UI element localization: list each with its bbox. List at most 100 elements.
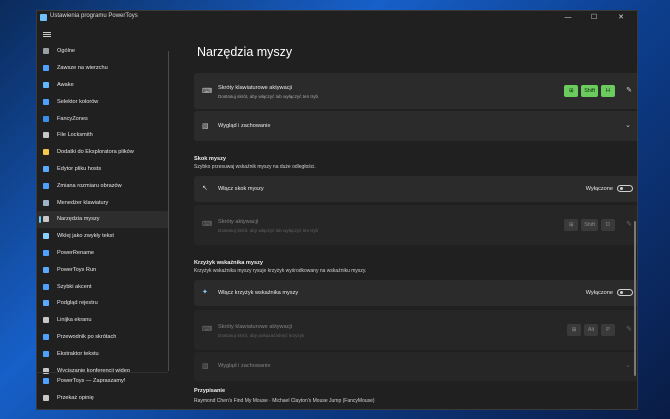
sidebar-item[interactable]: Linijka ekranu [37, 312, 168, 329]
toggle-state-label: Wyłączone [585, 186, 613, 192]
sidebar-item[interactable]: Narzędzia myszy [37, 210, 168, 228]
hamburger-menu-icon[interactable] [43, 31, 51, 39]
minimize-button[interactable]: — [556, 11, 580, 25]
main-scrollbar[interactable] [634, 221, 636, 376]
card-title: Wygląd i zachowanie [218, 363, 271, 369]
key-windows: ⊞ [564, 85, 579, 97]
mouse-jump-icon: ↖ [202, 185, 208, 192]
sidebar-item-label: Zmiana rozmiaru obrazów [57, 182, 122, 189]
edit-shortcut-pencil-icon[interactable]: ✎ [626, 86, 632, 94]
window-title: Ustawienia programu PowerToys [50, 13, 138, 19]
edit-shortcut-pencil-icon[interactable]: ✎ [626, 220, 632, 228]
sidebar-item-label: Szybki akcent [57, 283, 92, 290]
sidebar-item[interactable]: Edytor pliku hosts [37, 161, 168, 178]
folder-icon [43, 149, 49, 156]
key-shift: Shift [581, 219, 598, 231]
sidebar-item-label: Linijka ekranu [57, 317, 92, 324]
card-title: Włącz krzyżyk wskaźnika myszy [218, 290, 299, 296]
mouse-icon [43, 216, 49, 223]
sidebar-item[interactable]: Szybki akcent [37, 278, 168, 295]
sidebar-item-label: Podgląd rejestru [57, 300, 98, 307]
section-title-crosshairs: Krzyżyk wskaźnika myszy [194, 260, 264, 266]
sidebar-item-label: PowerToys Run [57, 266, 97, 273]
shortcut-keys: ⊞ Shift D [564, 219, 615, 231]
sidebar-item[interactable]: Zawsze na wierzchu [37, 60, 168, 77]
toggle-state-label: Wyłączone [585, 290, 613, 296]
chevron-down-icon[interactable]: ⌄ [625, 361, 631, 369]
toggle-knob [619, 187, 623, 190]
toggle-knob [619, 291, 623, 294]
attribution-text: Raymond Chen's Find My Mouse · Michael C… [194, 398, 375, 404]
chevron-down-icon[interactable]: ⌄ [625, 121, 631, 129]
edit-shortcut-pencil-icon[interactable]: ✎ [626, 325, 632, 333]
crosshairs-shortcut-card: ⌨ Skróty klawiaturowe aktywacji Dostosuj… [194, 310, 637, 350]
sidebar-footer-item[interactable]: PowerToys — Zapraszamy! [37, 373, 168, 390]
card-title: Skróty klawiaturowe aktywacji [218, 324, 292, 330]
sidebar-footer-item[interactable]: Przekaż opinię [37, 390, 168, 407]
paste-icon [43, 233, 49, 240]
card-title: Wygląd i zachowanie [218, 123, 271, 129]
sidebar-item[interactable]: Ogólne [37, 43, 168, 60]
crosshairs-appearance-card[interactable]: ▧ Wygląd i zachowanie ⌄ [194, 352, 637, 381]
sidebar-item[interactable]: FancyZones [37, 110, 168, 127]
pin-icon [43, 65, 49, 72]
section-subtitle-mouse-jump: Szybko przesuwaj wskaźnik myszy na duże … [194, 164, 316, 170]
run-icon [43, 266, 49, 273]
sidebar-item[interactable]: Podgląd rejestru [37, 295, 168, 312]
sidebar-footer-label: PowerToys — Zapraszamy! [57, 378, 126, 385]
sidebar-item[interactable]: File Locksmith [37, 127, 168, 144]
hosts-icon [43, 165, 49, 172]
sidebar-item-label: FancyZones [57, 115, 88, 122]
key-shift: Shift [581, 85, 598, 97]
sidebar-item[interactable]: Awake [37, 77, 168, 94]
appearance-behavior-card[interactable]: ▧ Wygląd i zachowanie ⌄ [194, 111, 637, 141]
sidebar-item[interactable]: PowerToys Run [37, 261, 168, 278]
crosshair-icon: ✦ [202, 289, 208, 296]
gear-icon [43, 48, 49, 55]
key-d: D [601, 219, 615, 231]
sidebar-footer-label: Przekaż opinię [57, 395, 94, 402]
sidebar-item-label: Ekstraktor tekstu [57, 350, 99, 357]
text-extract-icon [43, 350, 49, 357]
rename-icon [43, 249, 49, 256]
sidebar-item-label: Selektor kolorów [57, 98, 99, 105]
section-subtitle-crosshairs: Krzyżyk wskaźnika myszy rysuje krzyżyk w… [194, 268, 367, 274]
sidebar-item-label: Menedżer klawiatury [57, 199, 109, 206]
maximize-button[interactable]: ☐ [582, 11, 606, 25]
sidebar-item[interactable]: Ekstraktor tekstu [37, 345, 168, 362]
appearance-icon: ▧ [202, 123, 209, 130]
sidebar-item-label: Wklej jako zwykły tekst [57, 233, 114, 240]
crosshairs-toggle[interactable] [617, 289, 633, 296]
title-bar: Ustawienia programu PowerToys — ☐ ✕ [37, 11, 637, 25]
coffee-icon [43, 81, 49, 88]
registry-icon [43, 300, 49, 307]
section-title-attribution: Przypisanie [194, 388, 226, 394]
sidebar-item-label: Edytor pliku hosts [57, 165, 102, 172]
appearance-icon: ▧ [202, 363, 209, 370]
close-button[interactable]: ✕ [609, 11, 633, 25]
card-title: Skróty aktywacji [218, 219, 259, 225]
sidebar-nav: Ogólne Zawsze na wierzchu Awake Selektor ko… [37, 43, 168, 375]
sidebar-item[interactable]: Zmiana rozmiaru obrazów [37, 177, 168, 194]
crosshairs-enable-card: ✦ Włącz krzyżyk wskaźnika myszy Wyłączon… [194, 280, 637, 306]
color-picker-icon [43, 98, 49, 105]
sidebar-item[interactable]: Selektor kolorów [37, 93, 168, 110]
image-resize-icon [43, 182, 49, 189]
sidebar-item[interactable]: Menedżer klawiatury [37, 194, 168, 211]
sidebar-item[interactable]: PowerRename [37, 245, 168, 262]
sidebar-item-label: Dodatki do Eksploratora plików [57, 149, 134, 156]
sidebar-item-label: Przewodnik po skrótach [57, 333, 117, 340]
shortcut-keys: ⊞ Alt P [567, 324, 615, 336]
key-p: P [601, 324, 615, 336]
sidebar-item[interactable]: Wklej jako zwykły tekst [37, 228, 168, 245]
mouse-jump-toggle[interactable] [617, 185, 633, 192]
sidebar-item[interactable]: Dodatki do Eksploratora plików [37, 144, 168, 161]
sidebar-scrollbar[interactable] [168, 51, 169, 371]
activation-shortcut-card: ⌨ Skróty klawiaturowe aktywacji Dostosuj… [194, 73, 637, 109]
page-title: Narzędzia myszy [197, 45, 293, 59]
sidebar-item-label: Narzędzia myszy [57, 216, 100, 223]
mouse-jump-enable-card: ↖ Włącz skok myszy Wyłączone [194, 176, 637, 202]
sidebar-item[interactable]: Przewodnik po skrótach [37, 329, 168, 346]
shortcut-guide-icon [43, 333, 49, 340]
section-title-mouse-jump: Skok myszy [194, 156, 227, 162]
